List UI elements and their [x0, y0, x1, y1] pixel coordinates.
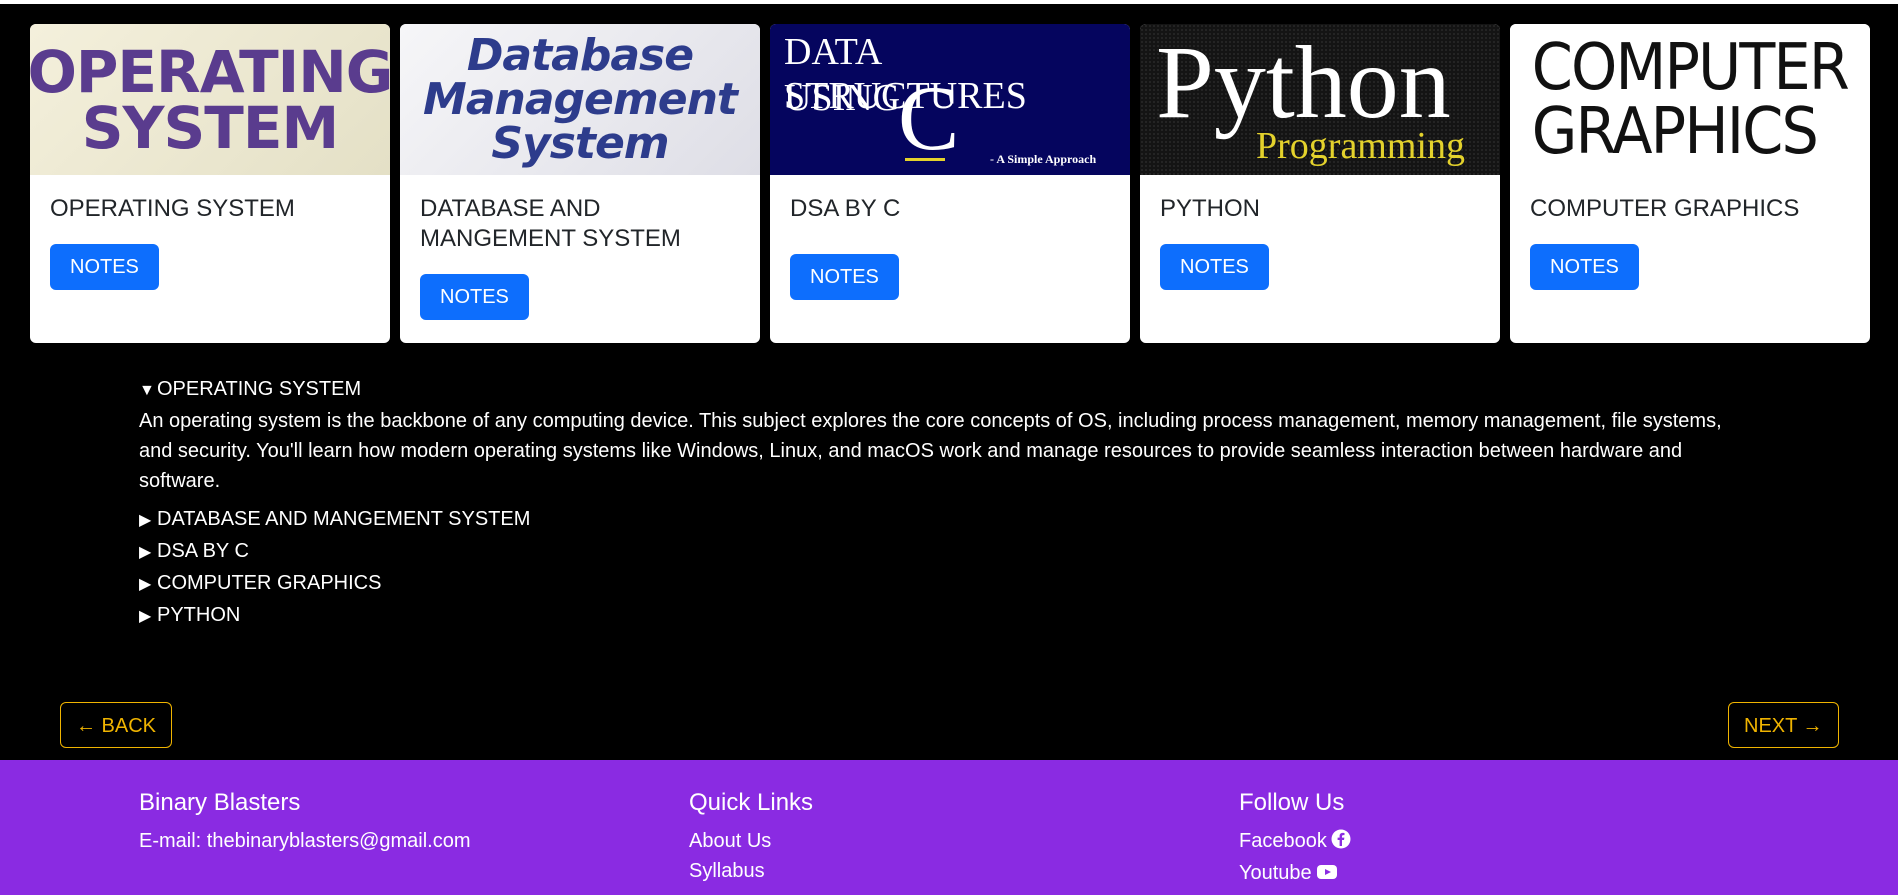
card-title: DATABASE AND MANGEMENT SYSTEM — [420, 195, 681, 252]
accordion-label: COMPUTER GRAPHICS — [157, 572, 382, 594]
cover-text-line: USING — [784, 77, 901, 119]
footer-quick-links-column: Quick Links About Us Syllabus — [689, 788, 813, 886]
footer-quick-links-title: Quick Links — [689, 789, 814, 816]
cover-text-line: - A Simple Approach — [990, 152, 1097, 166]
cover-text-line: Database — [466, 29, 694, 81]
cover-text-line: SYSTEM — [81, 93, 339, 162]
card-operating-system: OPERATING SYSTEM OPERATING SYSTEM NOTES — [30, 24, 390, 343]
subject-cards: OPERATING SYSTEM OPERATING SYSTEM NOTES … — [0, 24, 1898, 344]
card-computer-graphics: COMPUTER GRAPHICS COMPUTER GRAPHICS NOTE… — [1510, 24, 1870, 343]
accordion-summary-dsa[interactable]: ▶ DSA BY C — [139, 536, 1739, 568]
cover-text-line: GRAPHICS — [1531, 94, 1819, 169]
cover-underline — [905, 158, 945, 161]
next-button[interactable]: NEXT → — [1728, 702, 1839, 748]
card-title: DSA BY C — [790, 195, 901, 222]
collapsed-triangle-icon: ▶ — [139, 544, 152, 561]
collapsed-triangle-icon: ▶ — [139, 512, 152, 529]
cover-text-line: System — [491, 117, 669, 169]
notes-button-python[interactable]: NOTES — [1160, 244, 1269, 290]
facebook-label: Facebook — [1239, 830, 1327, 852]
card-dsa-by-c: DATA STRUCTURES USING C - A Simple Appro… — [770, 24, 1130, 343]
cover-text-line: Management — [423, 73, 738, 125]
facebook-icon — [1331, 828, 1351, 858]
expanded-triangle-icon: ▼ — [139, 382, 155, 399]
footer-email: E-mail: thebinaryblasters@gmail.com — [139, 830, 471, 852]
site-footer: Binary Blasters E-mail: thebinaryblaster… — [0, 760, 1898, 895]
card-title: COMPUTER GRAPHICS — [1530, 195, 1800, 222]
footer-link-youtube[interactable]: Youtube — [1239, 862, 1338, 884]
cover-text-line: OPERATING — [30, 37, 390, 106]
footer-follow-column: Follow Us Facebook Youtube — [1239, 788, 1351, 890]
accordion-label: OPERATING SYSTEM — [157, 378, 362, 400]
operating-system-cover-image: OPERATING SYSTEM — [30, 24, 390, 175]
accordion-summary-python[interactable]: ▶ PYTHON — [139, 600, 1739, 632]
card-title: PYTHON — [1160, 195, 1261, 222]
accordion-description: An operating system is the backbone of a… — [139, 410, 1722, 492]
card-python: Python Programming PYTHON NOTES — [1140, 24, 1500, 343]
card-title: OPERATING SYSTEM — [50, 195, 295, 222]
cover-text-line: COMPUTER — [1531, 30, 1850, 105]
footer-brand-title: Binary Blasters — [139, 789, 301, 816]
card-database: Database Management System DATABASE AND … — [400, 24, 760, 343]
computer-graphics-cover-image: COMPUTER GRAPHICS — [1510, 24, 1870, 175]
notes-button-operating-system[interactable]: NOTES — [50, 244, 159, 290]
back-button[interactable]: ← BACK — [60, 702, 173, 748]
dsa-cover-image: DATA STRUCTURES USING C - A Simple Appro… — [770, 24, 1130, 175]
accordion-summary-database[interactable]: ▶ DATABASE AND MANGEMENT SYSTEM — [139, 504, 1739, 536]
footer-link-about-us[interactable]: About Us — [689, 830, 771, 852]
cover-text-line: Programming — [1256, 125, 1465, 167]
subject-accordion: ▼ OPERATING SYSTEM An operating system is… — [139, 374, 1739, 632]
database-cover-image: Database Management System — [400, 24, 760, 175]
footer-link-syllabus[interactable]: Syllabus — [689, 860, 765, 882]
cover-text-line: C — [898, 67, 960, 169]
footer-link-facebook[interactable]: Facebook — [1239, 829, 1351, 852]
footer-brand-column: Binary Blasters E-mail: thebinaryblaster… — [139, 788, 471, 856]
youtube-label: Youtube — [1239, 862, 1312, 884]
notes-button-computer-graphics[interactable]: NOTES — [1530, 244, 1639, 290]
accordion-item-operating-system: ▼ OPERATING SYSTEM An operating system is… — [139, 374, 1739, 496]
accordion-label: DSA BY C — [157, 540, 249, 562]
accordion-label: DATABASE AND MANGEMENT SYSTEM — [157, 508, 531, 530]
notes-button-database[interactable]: NOTES — [420, 274, 529, 320]
notes-button-dsa[interactable]: NOTES — [790, 254, 899, 300]
collapsed-triangle-icon: ▶ — [139, 576, 152, 593]
accordion-summary-computer-graphics[interactable]: ▶ COMPUTER GRAPHICS — [139, 568, 1739, 600]
footer-follow-title: Follow Us — [1239, 789, 1345, 816]
accordion-summary-operating-system[interactable]: ▼ OPERATING SYSTEM — [139, 374, 1739, 406]
youtube-icon — [1316, 860, 1338, 890]
accordion-label: PYTHON — [157, 604, 241, 626]
python-cover-image: Python Programming — [1140, 24, 1500, 175]
cover-text-line: Python — [1156, 25, 1451, 140]
top-border — [0, 0, 1898, 4]
collapsed-triangle-icon: ▶ — [139, 608, 152, 625]
